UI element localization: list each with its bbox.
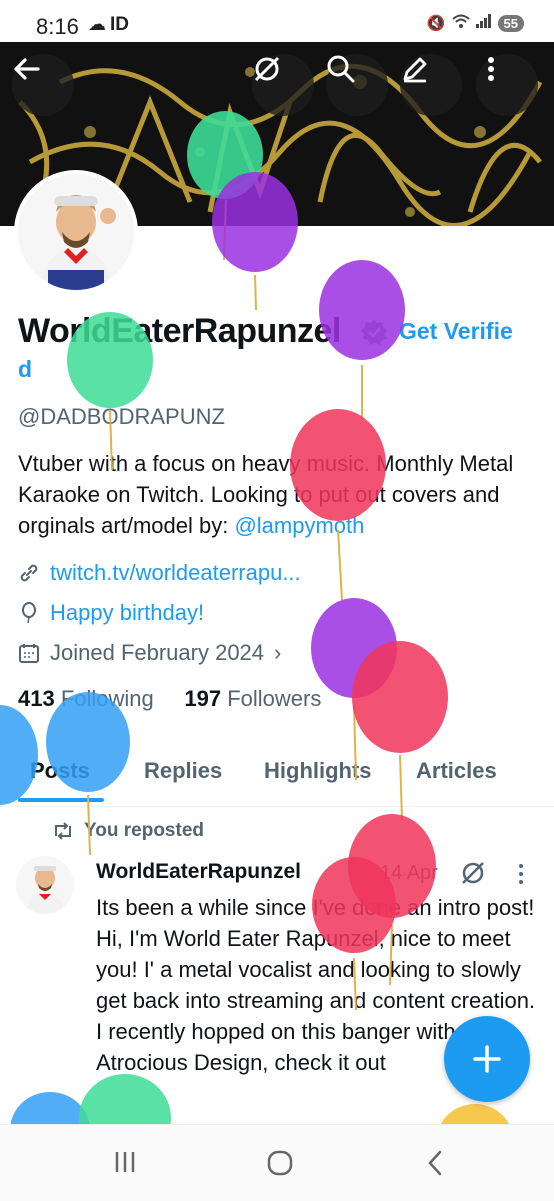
plus-icon bbox=[473, 1045, 501, 1073]
following-label: Following bbox=[60, 686, 154, 711]
search-button[interactable] bbox=[326, 54, 388, 116]
system-navigation-bar bbox=[0, 1124, 554, 1201]
avatar-illustration bbox=[18, 174, 134, 290]
followers-link[interactable]: 197 Followers bbox=[184, 686, 321, 711]
chevron-right-icon[interactable]: › bbox=[274, 640, 281, 666]
calendar-icon bbox=[19, 644, 39, 663]
get-verified-link[interactable]: Get Verifie bbox=[399, 318, 513, 345]
following-link[interactable]: 413 Following bbox=[18, 686, 154, 711]
bio-mention-link[interactable]: @lampymoth bbox=[234, 513, 364, 538]
back-arrow-icon bbox=[14, 58, 40, 80]
tweet-author-name[interactable]: WorldEaterRapunzel bbox=[96, 860, 301, 884]
followers-label: Followers bbox=[227, 686, 322, 711]
profile-website-link[interactable]: twitch.tv/worldeaterrapu... bbox=[50, 560, 301, 586]
tab-highlights[interactable]: Highlights bbox=[264, 758, 372, 784]
grok-icon bbox=[254, 56, 280, 82]
repost-label: You reposted bbox=[84, 820, 204, 841]
profile-avatar[interactable] bbox=[14, 170, 138, 294]
wifi-icon bbox=[451, 14, 470, 32]
cloud-icon: ☁ bbox=[88, 14, 106, 34]
profile-handle: @DADBODRAPUNZ bbox=[18, 404, 225, 429]
repost-icon bbox=[55, 822, 71, 840]
home-icon[interactable] bbox=[266, 1149, 294, 1177]
profile-birthday-row: Happy birthday! bbox=[18, 600, 204, 626]
tweet-more-icon[interactable] bbox=[514, 862, 528, 886]
follow-counts: 413 Following 197 Followers bbox=[18, 686, 321, 712]
active-tab-indicator bbox=[18, 798, 104, 802]
edit-icon bbox=[403, 57, 427, 83]
compose-post-button[interactable] bbox=[444, 1016, 530, 1102]
verified-badge-icon[interactable] bbox=[360, 318, 388, 346]
profile-bio: Vtuber with a focus on heavy music. Mont… bbox=[18, 448, 538, 541]
status-indicators: 🔇 55 bbox=[427, 14, 524, 32]
status-carrier: ID bbox=[110, 14, 129, 35]
tweet-author-avatar[interactable] bbox=[16, 856, 74, 914]
tweet-avatar-illustration bbox=[16, 856, 74, 914]
tab-posts[interactable]: Posts bbox=[30, 758, 90, 784]
grok-icon[interactable] bbox=[460, 860, 486, 886]
more-options-button[interactable] bbox=[476, 54, 538, 116]
profile-joined-row[interactable]: Joined February 2024 › bbox=[18, 640, 281, 666]
profile-website-row[interactable]: twitch.tv/worldeaterrapu... bbox=[18, 560, 301, 586]
battery-level: 55 bbox=[497, 14, 524, 32]
mute-icon: 🔇 bbox=[426, 15, 446, 32]
link-icon bbox=[20, 564, 38, 582]
tweet-date[interactable]: 14 Apr bbox=[380, 862, 438, 885]
profile-joined-text: Joined February 2024 bbox=[50, 640, 265, 665]
search-icon bbox=[327, 55, 355, 83]
following-count: 413 bbox=[18, 686, 55, 711]
grok-button[interactable] bbox=[252, 54, 314, 116]
profile-tabs: Posts Replies Highlights Articles bbox=[0, 748, 554, 807]
status-time: 8:16 bbox=[36, 14, 79, 39]
profile-display-name: WorldEaterRapunzel bbox=[18, 312, 341, 350]
edit-button[interactable] bbox=[400, 54, 462, 116]
profile-birthday-text[interactable]: Happy birthday! bbox=[50, 600, 204, 626]
recent-apps-icon[interactable] bbox=[112, 1149, 138, 1175]
balloon-icon bbox=[22, 602, 36, 624]
back-nav-icon[interactable] bbox=[424, 1149, 446, 1177]
back-button[interactable] bbox=[12, 54, 74, 116]
tab-articles[interactable]: Articles bbox=[416, 758, 497, 784]
get-verified-link-wrap[interactable]: d bbox=[18, 356, 32, 383]
followers-count: 197 bbox=[184, 686, 222, 711]
repost-indicator: You reposted bbox=[52, 820, 204, 842]
tab-replies[interactable]: Replies bbox=[144, 758, 222, 784]
more-vertical-icon bbox=[488, 57, 494, 81]
signal-icon bbox=[475, 14, 492, 32]
